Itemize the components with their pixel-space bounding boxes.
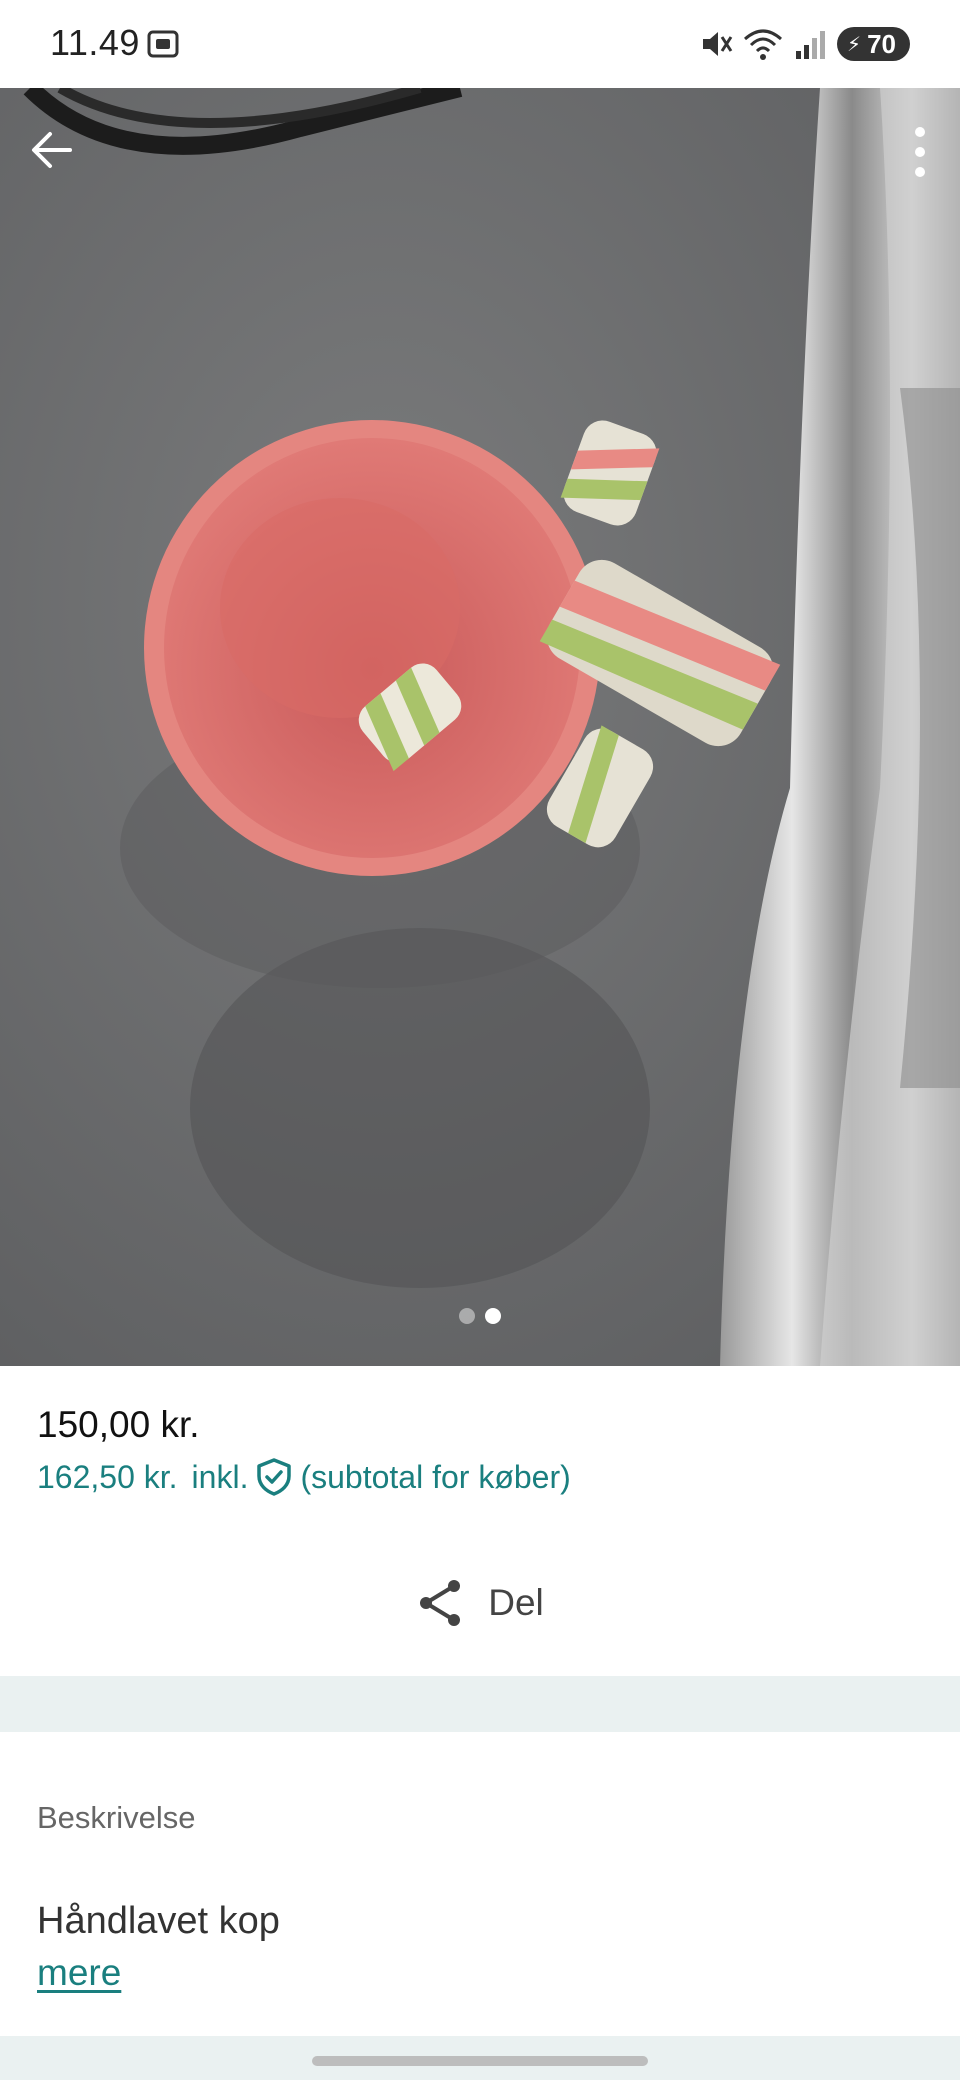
price-incl-label: inkl. — [191, 1458, 249, 1495]
price-incl-amount: 162,50 kr. — [37, 1458, 178, 1495]
gallery-dot-1[interactable] — [459, 1308, 475, 1324]
description-text: Håndlavet kop — [37, 1900, 280, 1942]
section-divider — [0, 1676, 960, 1732]
gallery-pagination — [0, 1308, 960, 1324]
back-button[interactable] — [24, 122, 80, 178]
product-photo — [0, 88, 960, 1366]
buyer-protection-shield-icon — [257, 1458, 292, 1496]
item-price: 150,00 kr. — [37, 1404, 200, 1445]
more-vertical-icon — [915, 127, 925, 177]
wifi-icon — [744, 29, 783, 60]
status-icons: ⚡ 70 — [699, 24, 910, 64]
mute-icon — [703, 32, 733, 56]
description-heading: Beskrivelse — [37, 1800, 196, 1835]
home-indicator[interactable] — [312, 2056, 648, 2066]
status-time: 11.49 — [50, 22, 140, 63]
signal-icon — [796, 31, 826, 59]
share-button[interactable]: Del — [0, 1578, 960, 1628]
subtotal-note: (subtotal for køber) — [300, 1458, 571, 1495]
more-options-button[interactable] — [902, 122, 938, 182]
price-incl-protection[interactable]: 162,50 kr. inkl. (subtotal for køber) — [37, 1458, 571, 1496]
battery-level: 70 — [867, 28, 896, 59]
screen-record-icon — [147, 30, 179, 58]
battery-icon: ⚡ 70 — [837, 27, 910, 61]
product-image-gallery[interactable] — [0, 88, 960, 1366]
share-icon — [420, 1580, 461, 1626]
share-label: Del — [488, 1582, 544, 1623]
arrow-left-icon — [32, 132, 72, 168]
description-more-link[interactable]: mere — [37, 1952, 121, 1994]
gallery-dot-2[interactable] — [485, 1308, 501, 1324]
status-bar: 11.49 ⚡ 70 — [0, 0, 960, 88]
